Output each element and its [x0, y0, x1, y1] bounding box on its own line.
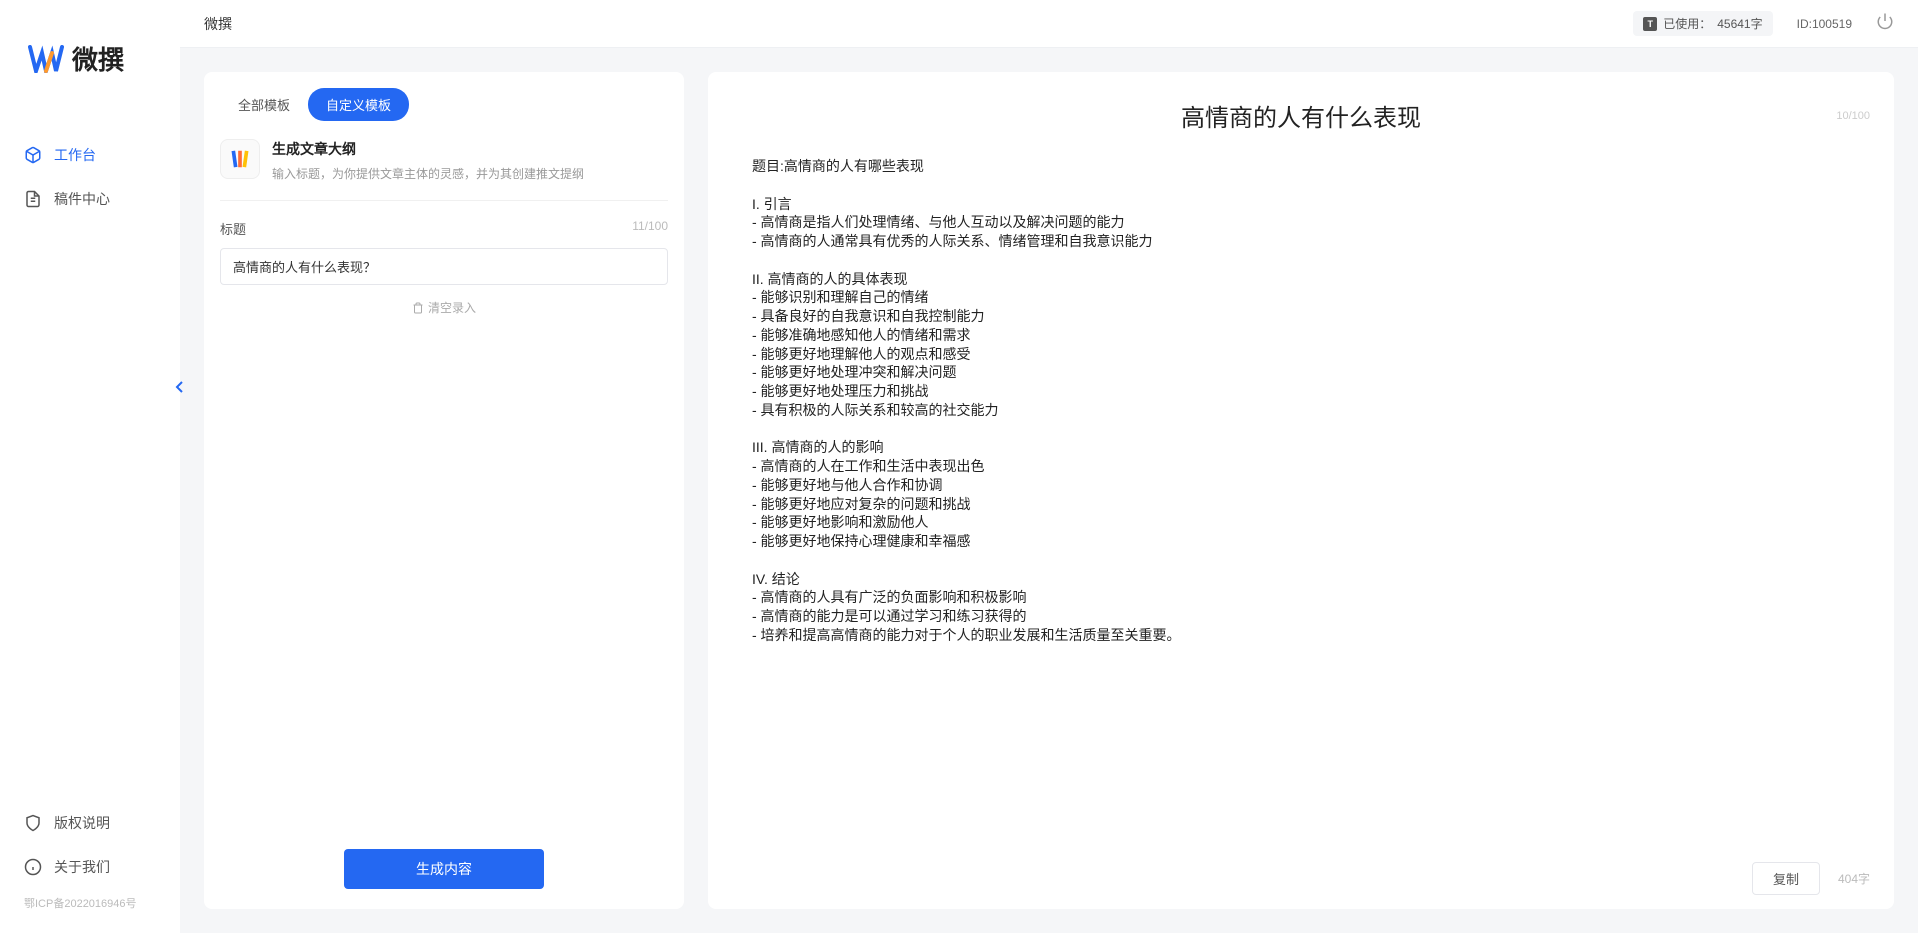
usage-badge[interactable]: T 已使用： 45641字: [1633, 11, 1772, 36]
output-title-count: 10/100: [1836, 110, 1870, 122]
power-icon: [1876, 12, 1894, 30]
copy-button[interactable]: 复制: [1752, 862, 1820, 895]
sidebar-item-label: 稿件中心: [54, 189, 110, 209]
sidebar-item-copyright[interactable]: 版权说明: [0, 801, 180, 845]
sidebar-item-label: 关于我们: [54, 857, 110, 877]
sidebar: 微撰 工作台 稿件中心 版权说明 关于我们 鄂ICP备202201: [0, 0, 180, 933]
app-logo[interactable]: 微撰: [0, 0, 180, 113]
logo-icon: [28, 45, 64, 73]
template-tabs: 全部模板 自定义模板: [204, 72, 684, 121]
tab-custom-templates[interactable]: 自定义模板: [308, 88, 409, 121]
template-info: 生成文章大纲 输入标题，为你提供文章主体的灵感，并为其创建推文提纲: [272, 139, 584, 182]
output-panel: 高情商的人有什么表现 10/100 题目:高情商的人有哪些表现 I. 引言 - …: [708, 72, 1894, 909]
main: 微撰 T 已使用： 45641字 ID:100519 全部模板 自定义模板: [180, 0, 1918, 933]
template-icon: [220, 139, 260, 179]
info-icon: [24, 858, 42, 876]
title-label: 标题: [220, 219, 246, 238]
template-desc: 输入标题，为你提供文章主体的灵感，并为其创建推文提纲: [272, 165, 584, 182]
power-button[interactable]: [1876, 12, 1894, 35]
output-title: 高情商的人有什么表现: [732, 98, 1870, 133]
topbar: 微撰 T 已使用： 45641字 ID:100519: [180, 0, 1918, 48]
output-header: 高情商的人有什么表现 10/100: [708, 72, 1894, 143]
clear-input-button[interactable]: 清空录入: [220, 299, 668, 316]
sidebar-collapse-button[interactable]: [172, 375, 188, 399]
user-id: ID:100519: [1797, 17, 1852, 31]
nav-menu: 工作台 稿件中心: [0, 113, 180, 785]
sidebar-item-label: 工作台: [54, 145, 96, 165]
generate-button[interactable]: 生成内容: [344, 849, 544, 889]
output-word-count: 404字: [1838, 870, 1870, 887]
usage-label: 已使用：: [1663, 15, 1711, 32]
shield-icon: [24, 814, 42, 832]
title-input[interactable]: [220, 248, 668, 285]
chevron-left-icon: [175, 380, 185, 394]
sidebar-item-drafts[interactable]: 稿件中心: [0, 177, 180, 221]
nav-bottom: 版权说明 关于我们 鄂ICP备2022016946号: [0, 785, 180, 933]
sidebar-item-about[interactable]: 关于我们: [0, 845, 180, 889]
tab-all-templates[interactable]: 全部模板: [220, 88, 308, 121]
content-wrap: 全部模板 自定义模板 生成文章大纲 输入标题，为你提供文章主体的灵感，并为其创建…: [180, 48, 1918, 933]
template-name: 生成文章大纲: [272, 139, 584, 159]
icp-link[interactable]: 鄂ICP备2022016946号: [0, 889, 180, 917]
cube-icon: [24, 146, 42, 164]
text-icon: T: [1643, 17, 1657, 31]
input-panel-footer: 生成内容: [204, 829, 684, 909]
output-panel-footer: 复制 404字: [708, 848, 1894, 909]
usage-value: 45641字: [1717, 15, 1762, 32]
page-title: 微撰: [204, 14, 232, 34]
sidebar-item-workspace[interactable]: 工作台: [0, 133, 180, 177]
title-char-count: 11/100: [632, 219, 668, 238]
books-icon: [229, 148, 251, 170]
output-body[interactable]: 题目:高情商的人有哪些表现 I. 引言 - 高情商是指人们处理情绪、与他人互动以…: [708, 143, 1894, 848]
input-panel: 全部模板 自定义模板 生成文章大纲 输入标题，为你提供文章主体的灵感，并为其创建…: [204, 72, 684, 909]
clear-label: 清空录入: [428, 299, 476, 316]
sidebar-item-label: 版权说明: [54, 813, 110, 833]
trash-icon: [412, 302, 424, 314]
form-section: 标题 11/100 清空录入: [204, 201, 684, 334]
topbar-right: T 已使用： 45641字 ID:100519: [1633, 11, 1894, 36]
document-icon: [24, 190, 42, 208]
template-card: 生成文章大纲 输入标题，为你提供文章主体的灵感，并为其创建推文提纲: [204, 121, 684, 200]
logo-text: 微撰: [72, 40, 124, 77]
